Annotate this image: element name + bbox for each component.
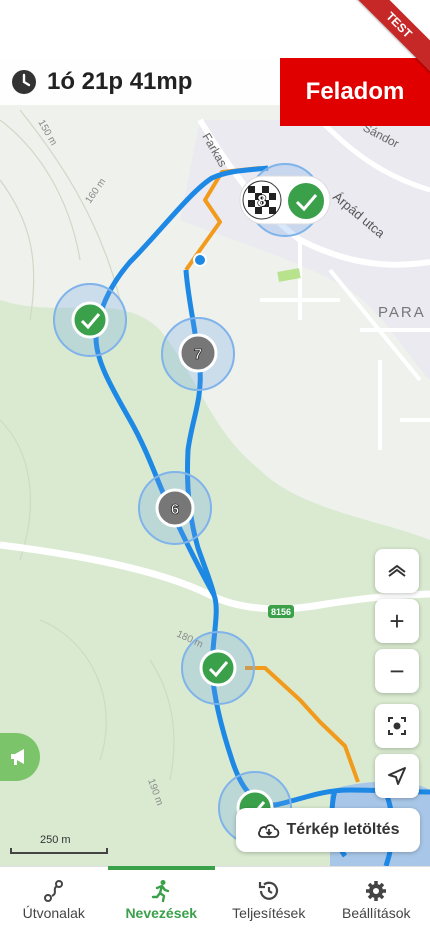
megaphone-icon — [9, 747, 31, 767]
layers-button[interactable] — [375, 549, 419, 593]
checkpoint-8-finish[interactable]: 8 — [240, 176, 330, 224]
recenter-button[interactable] — [375, 704, 419, 748]
history-icon — [257, 879, 281, 903]
road-number: 8156 — [271, 607, 291, 617]
nav-label: Nevezések — [125, 905, 197, 921]
map-download-button[interactable]: Térkép letöltés — [236, 808, 420, 852]
gear-icon — [364, 879, 388, 903]
map-canvas[interactable]: 7 6 8 Farkas Sándor Árpád utca PARA 150 … — [0, 58, 430, 866]
scale-label: 250 m — [40, 834, 71, 846]
nav-label: Beállítások — [342, 905, 410, 921]
nav-entries[interactable]: Nevezések — [108, 867, 216, 933]
scale-bar: 250 m — [10, 834, 106, 854]
scale-bar-line — [10, 848, 108, 854]
locate-button[interactable] — [375, 754, 419, 798]
give-up-button[interactable]: Feladom — [280, 58, 430, 126]
zoom-out-button[interactable]: − — [375, 649, 419, 693]
map-download-label: Térkép letöltés — [287, 821, 400, 839]
road-number-shield: 8156 — [268, 605, 294, 618]
zoom-in-button[interactable]: + — [375, 599, 419, 643]
checkpoint-number: 8 — [258, 193, 267, 210]
navigation-arrow-icon — [386, 765, 408, 787]
bottom-navigation: Útvonalak Nevezések Teljesítések Beállít… — [0, 866, 430, 933]
clock-icon — [11, 69, 37, 95]
checkpoint-7[interactable]: 7 — [180, 335, 216, 371]
nav-completions[interactable]: Teljesítések — [215, 867, 323, 933]
elapsed-time: 1ó 21p 41mp — [47, 68, 192, 96]
cloud-download-icon — [257, 821, 281, 839]
checkpoint-done-1[interactable] — [73, 303, 107, 337]
place-label: PARA — [378, 304, 426, 321]
current-position — [194, 254, 206, 266]
route-icon — [42, 879, 66, 903]
elapsed-timer: 1ó 21p 41mp — [0, 58, 280, 105]
runner-icon — [149, 879, 173, 903]
nav-settings[interactable]: Beállítások — [323, 867, 430, 933]
nav-routes[interactable]: Útvonalak — [0, 867, 108, 933]
nav-label: Teljesítések — [232, 905, 305, 921]
checkpoint-6[interactable]: 6 — [157, 490, 193, 526]
checkpoint-done-2[interactable] — [201, 651, 235, 685]
checkpoint-number: 7 — [194, 346, 202, 363]
focus-icon — [386, 715, 408, 737]
layers-icon — [386, 560, 408, 582]
checkpoint-number: 6 — [171, 501, 179, 518]
nav-label: Útvonalak — [23, 905, 85, 921]
status-bar — [0, 0, 430, 58]
map[interactable]: 7 6 8 Farkas Sándor Árpád utca PARA 150 … — [0, 58, 430, 866]
